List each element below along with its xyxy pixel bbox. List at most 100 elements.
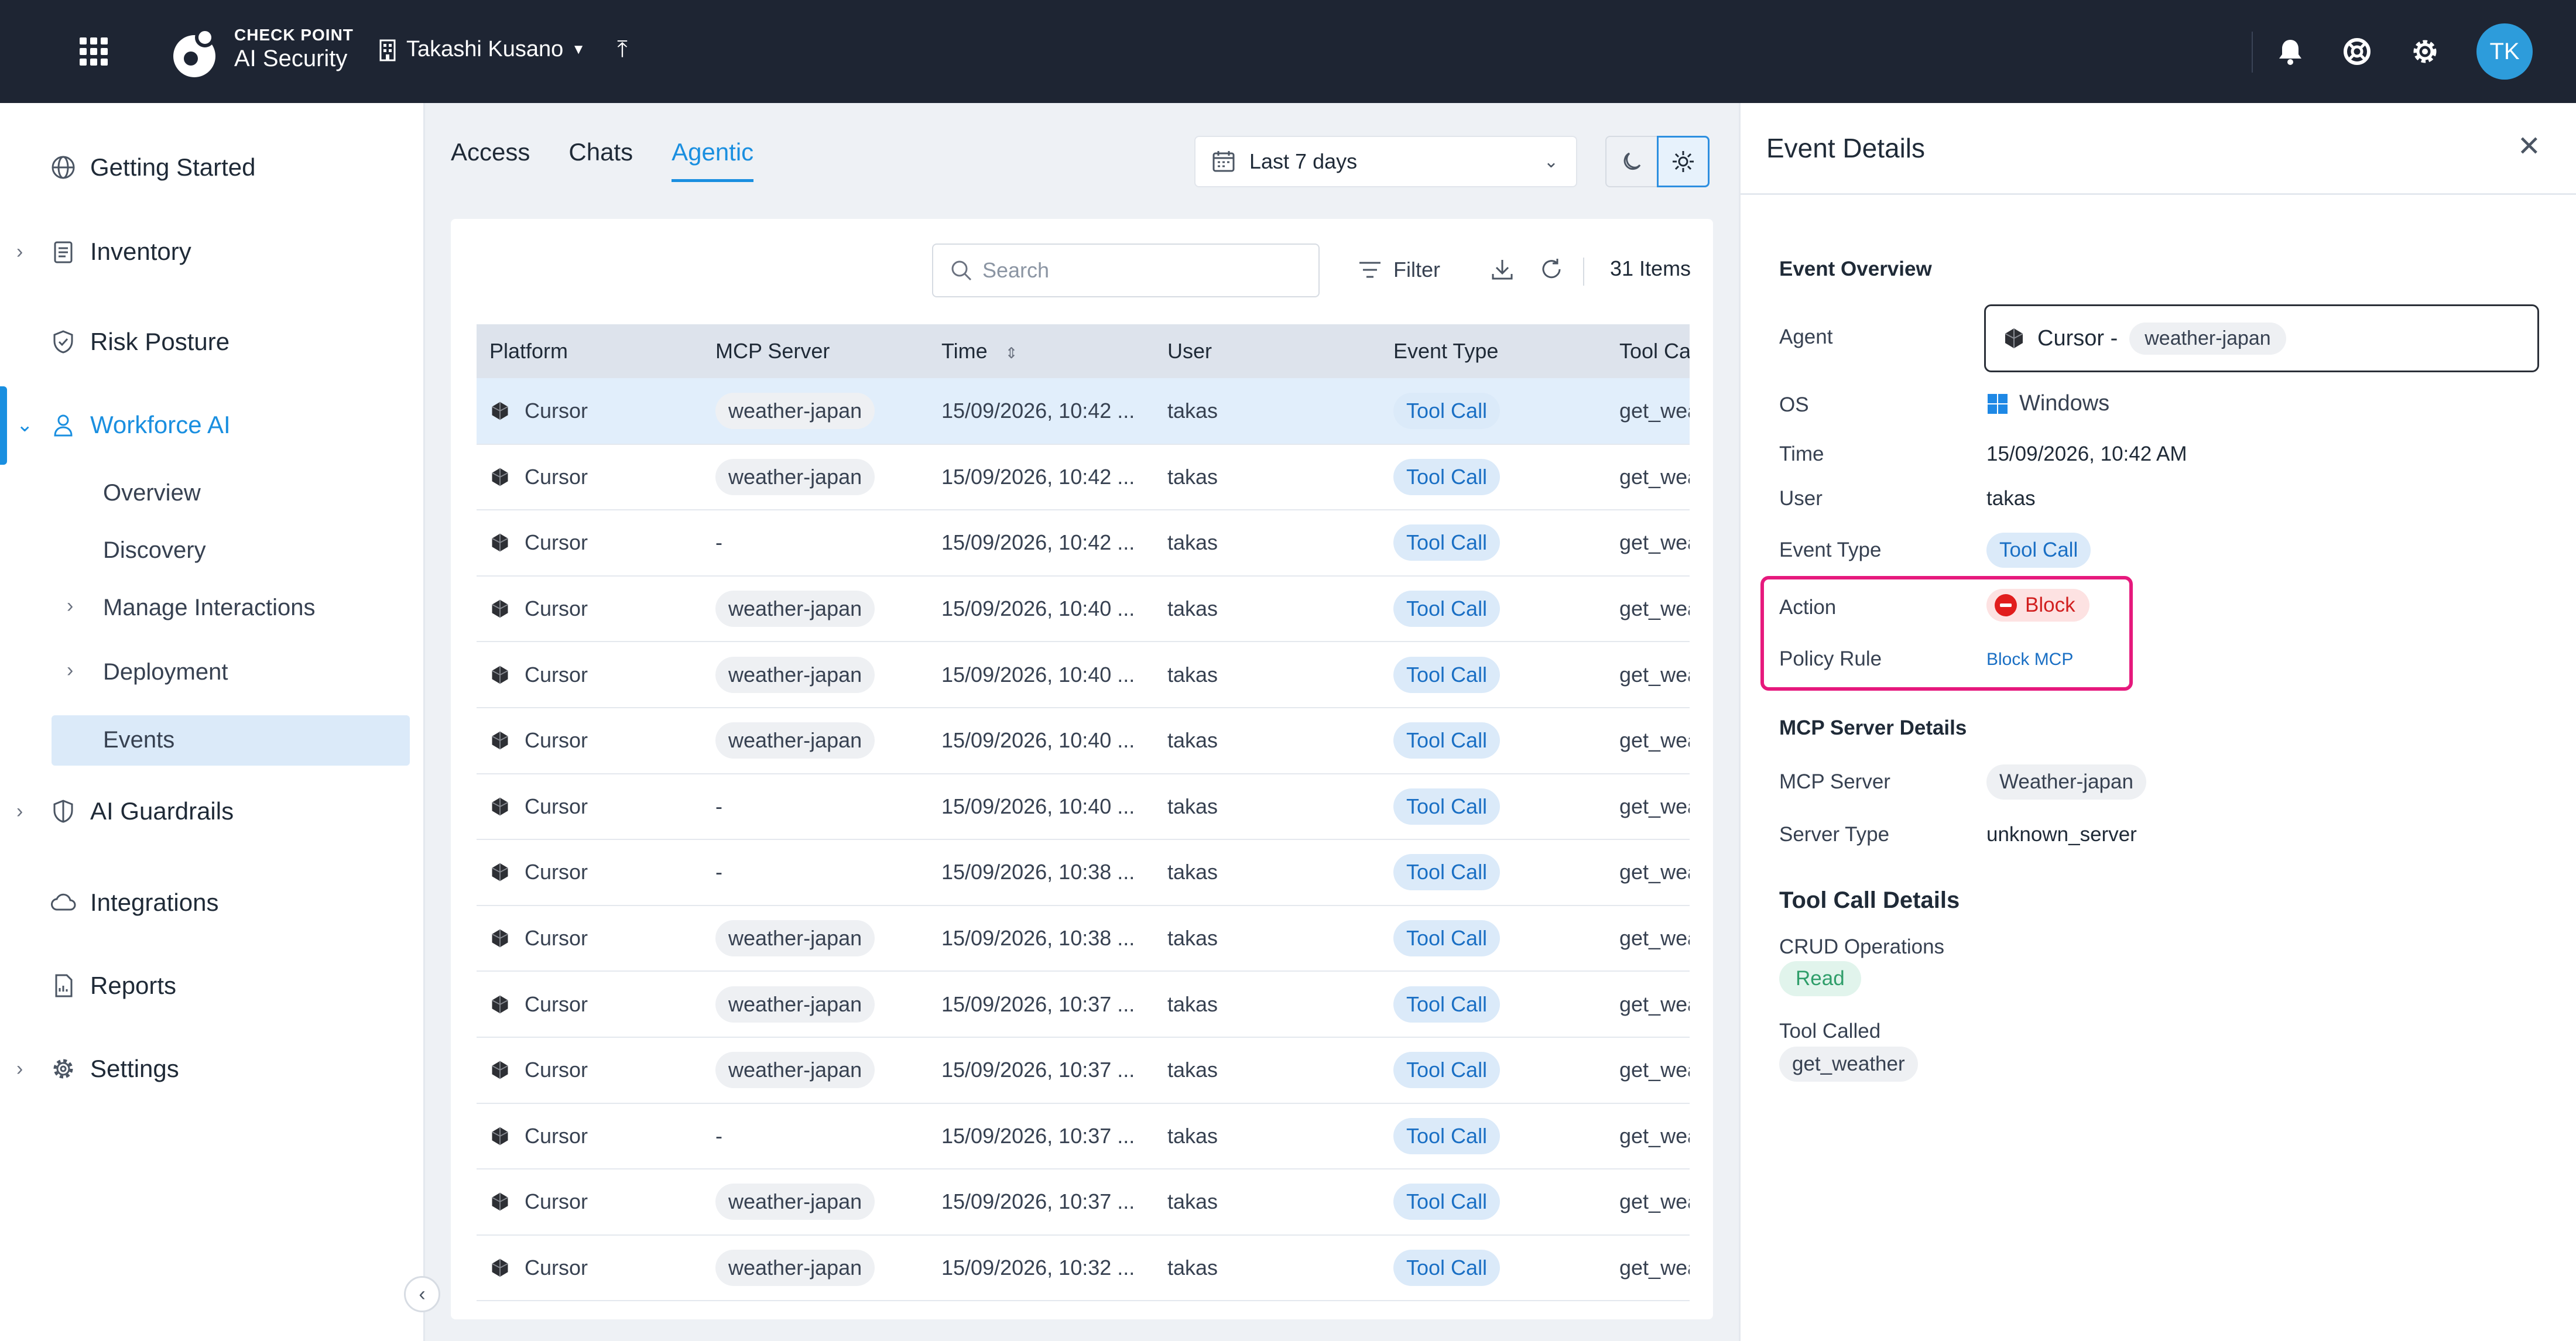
agent-label: Agent [1779,325,1833,348]
table-row[interactable]: Cursor weather-japan 15/09/2026, 10:40 ...… [477,642,1690,708]
mcp-server-pill: weather-japan [715,722,875,759]
building-icon [379,39,396,61]
bell-icon[interactable] [2274,35,2307,68]
mcp-server-cell: weather-japan [703,642,929,708]
platform-cell: Cursor [477,1169,703,1236]
time-cell: 15/09/2026, 10:40 ... [929,575,1155,643]
column-header-platform[interactable]: Platform [477,324,703,378]
mcp-server-empty: - [715,530,722,555]
tab-agentic[interactable]: Agentic [672,138,754,182]
brand-bottom: AI Security [234,46,348,71]
mcp-server-pill: weather-japan [715,591,875,627]
event-type-value: Tool Call [1986,533,2091,568]
platform-name: Cursor [525,596,588,621]
column-header-tool-call[interactable]: Tool Cal [1606,324,1690,378]
sidebar-subitem-events[interactable]: Events [103,727,174,753]
action-label: Action [1779,596,1837,619]
mcp-server-cell: - [703,839,929,906]
sidebar-subitem-overview[interactable]: Overview [103,480,201,506]
table-row[interactable]: Cursor weather-japan 15/09/2026, 10:42 ...… [477,378,1690,445]
sidebar-item-settings[interactable]: › Settings [0,1052,425,1085]
table-row[interactable]: Cursor - 15/09/2026, 10:42 ... takas Tool Ca… [477,510,1690,577]
crud-operations-value: Read [1779,961,1861,996]
cursor-logo-icon [492,797,508,816]
event-type-pill: Tool Call [1393,591,1501,627]
brand-top: CHECK POINT [234,26,354,44]
close-icon[interactable]: ✕ [2517,130,2541,163]
sidebar-item-getting-started[interactable]: Getting Started [0,151,425,184]
event-type-cell: Tool Call [1381,707,1606,774]
help-icon[interactable] [2341,35,2373,68]
event-type-cell: Tool Call [1381,905,1606,972]
table-row[interactable]: Cursor weather-japan 15/09/2026, 10:40 ...… [477,707,1690,774]
clipboard-icon [54,241,73,263]
user-avatar[interactable]: TK [2476,23,2533,80]
sidebar-subitem-discovery[interactable]: Discovery [103,537,206,564]
sort-icon[interactable]: ⇕ [1005,344,1018,362]
mcp-server-empty: - [715,1123,722,1148]
column-header-mcp-server[interactable]: MCP Server [703,324,929,378]
mcp-server-pill: weather-japan [715,392,875,429]
table-row[interactable]: Cursor weather-japan 15/09/2026, 10:32 ...… [477,1234,1690,1302]
platform-cell: Cursor [477,773,703,841]
table-row[interactable]: Cursor weather-japan 15/09/2026, 10:37 ...… [477,1037,1690,1104]
action-value: Block [1986,589,2089,622]
table-row[interactable]: Cursor - 15/09/2026, 10:38 ... takas Tool Ca… [477,839,1690,906]
platform-cell: Cursor [477,1037,703,1104]
column-header-user[interactable]: User [1155,324,1381,378]
table-row[interactable]: Cursor weather-japan 15/09/2026, 10:37 ...… [477,1169,1690,1236]
platform-name: Cursor [525,728,588,753]
sidebar-item-ai-guardrails[interactable]: › AI Guardrails [0,795,425,828]
table-row[interactable]: Cursor - 15/09/2026, 10:40 ... takas Tool Ca… [477,773,1690,841]
cursor-logo-icon [492,1127,508,1145]
tenant-selector[interactable]: Takashi Kusano ▼ ⤒ [377,36,628,63]
upload-icon[interactable]: ⤒ [617,36,628,63]
table-row[interactable]: Cursor - 15/09/2026, 10:37 ... takas Tool Ca… [477,1103,1690,1170]
sidebar-item-inventory[interactable]: › Inventory [0,235,425,268]
block-badge: Block [1986,589,2089,622]
sidebar-subitem-manage-interactions[interactable]: › Manage Interactions [67,595,315,621]
table-row[interactable]: Cursor weather-japan 15/09/2026, 10:40 ...… [477,575,1690,643]
time-label: Time [1779,443,1824,465]
refresh-icon[interactable] [1537,255,1566,283]
user-cell: takas [1155,510,1381,577]
tab-access[interactable]: Access [451,138,530,182]
date-range-select[interactable]: Last 7 days ⌄ [1194,136,1577,187]
tool-call-cell: get_wea [1606,1037,1690,1104]
search-input[interactable]: Search [932,243,1320,297]
table-row[interactable]: Cursor weather-japan 15/09/2026, 10:37 ...… [477,971,1690,1038]
download-icon[interactable] [1488,255,1516,283]
sidebar-item-integrations[interactable]: Integrations [0,886,425,919]
sidebar-subitem-deployment[interactable]: › Deployment [67,659,228,685]
time-cell: 15/09/2026, 10:37 ... [929,1169,1155,1236]
collapse-sidebar-button[interactable]: ‹ [404,1276,440,1312]
column-header-event-type[interactable]: Event Type [1381,324,1606,378]
table-row[interactable]: Cursor weather-japan 15/09/2026, 10:38 ...… [477,905,1690,972]
tab-chats[interactable]: Chats [568,138,633,182]
time-cell: 15/09/2026, 10:38 ... [929,839,1155,906]
column-header-time[interactable]: Time ⇕ [929,324,1155,378]
event-type-pill: Tool Call [1393,1250,1501,1287]
sidebar-item-risk-posture[interactable]: Risk Posture [0,325,425,358]
filter-button[interactable]: Filter [1357,258,1440,282]
light-mode-button[interactable] [1657,136,1710,187]
time-value: 15/09/2026, 10:42 AM [1986,443,2187,465]
policy-rule-link[interactable]: Block MCP [1986,650,2073,670]
user-cell: takas [1155,1103,1381,1170]
shield-icon [53,800,73,823]
mcp-server-cell: weather-japan [703,1037,929,1104]
platform-cell: Cursor [477,1234,703,1302]
sidebar-item-reports[interactable]: Reports [0,969,425,1002]
table-row[interactable]: Cursor weather-japan 15/09/2026, 10:42 ...… [477,444,1690,511]
user-cell: takas [1155,1169,1381,1236]
top-bar: CHECK POINT AI Security Takashi Kusano ▼… [0,0,2576,103]
event-type-cell: Tool Call [1381,839,1606,906]
server-type-value: unknown_server [1986,823,2137,846]
cursor-logo-icon [492,929,508,948]
dark-mode-button[interactable] [1605,136,1658,187]
platform-cell: Cursor [477,839,703,906]
app-grid-icon[interactable] [80,37,108,66]
settings-gear-icon[interactable] [2409,35,2441,68]
sidebar-item-workforce-ai[interactable]: ⌄ Workforce AI [0,409,425,441]
agent-value-box[interactable]: Cursor - weather-japan [1984,304,2539,372]
